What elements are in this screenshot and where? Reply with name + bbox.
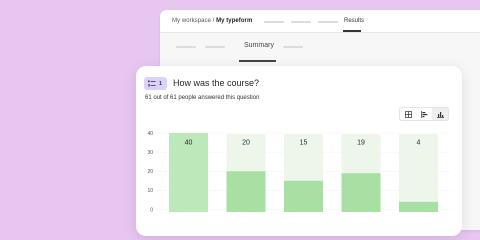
- y-tick-label: 0: [150, 207, 153, 213]
- tab-placeholder[interactable]: [264, 21, 284, 23]
- subtab-placeholder[interactable]: [205, 46, 225, 48]
- bar-value-label: 19: [357, 140, 365, 147]
- tab-placeholder[interactable]: [291, 21, 311, 23]
- bar: [399, 201, 438, 212]
- bar: [341, 173, 381, 212]
- tab-placeholder[interactable]: [318, 21, 338, 23]
- subtab-placeholder[interactable]: [176, 46, 196, 48]
- tab-results[interactable]: Results: [344, 18, 364, 24]
- subtab-placeholder[interactable]: [283, 46, 303, 48]
- bar-value-label: 4: [417, 140, 421, 147]
- question-summary-card: 1 How was the course? 61 out of 61 peopl…: [136, 66, 462, 236]
- bar: [226, 171, 266, 212]
- bar-chart: 0 10 20 30 40 40 20 15 19 4: [147, 131, 451, 213]
- breadcrumb-form[interactable]: My typeform: [216, 18, 252, 24]
- y-tick-label: 10: [147, 188, 153, 194]
- bar-value-label: 20: [242, 140, 250, 147]
- bar-value-label: 40: [185, 140, 193, 147]
- y-tick-label: 20: [147, 169, 153, 175]
- bar-value-label: 15: [300, 140, 308, 147]
- tab-summary-underline: [239, 60, 276, 62]
- breadcrumb: My workspace / My typeform: [172, 18, 252, 24]
- y-tick-label: 30: [147, 150, 153, 156]
- breadcrumb-workspace[interactable]: My workspace: [172, 18, 211, 24]
- tab-results-underline: [343, 30, 361, 32]
- tab-summary[interactable]: Summary: [244, 42, 274, 49]
- bar: [284, 180, 323, 212]
- y-tick-label: 40: [147, 131, 153, 137]
- back-window-header: My workspace / My typeform Results: [160, 10, 480, 33]
